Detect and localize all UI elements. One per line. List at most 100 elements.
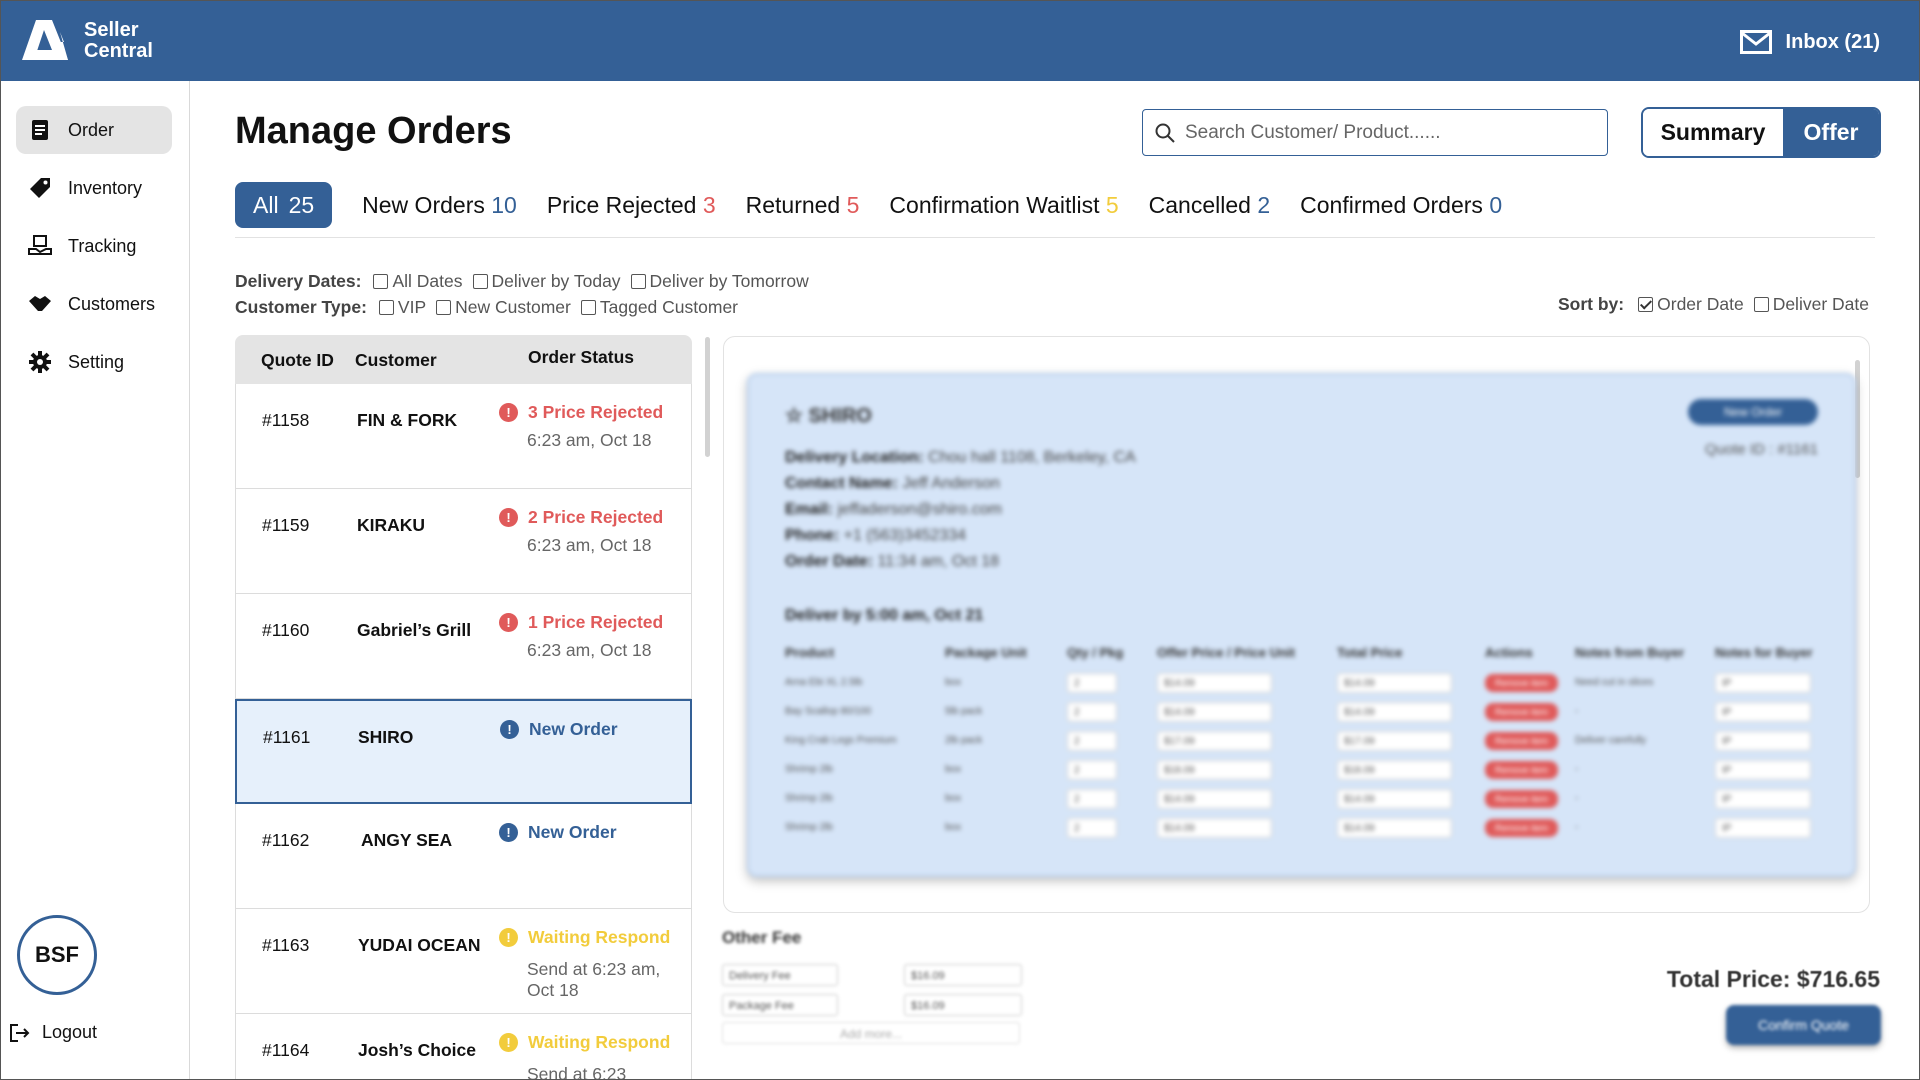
filter-all-dates[interactable]: All Dates: [373, 271, 463, 292]
logo[interactable]: Seller Central: [22, 20, 153, 62]
search-input[interactable]: [1185, 121, 1585, 144]
alert-icon: !: [499, 928, 518, 947]
filter-deliver-tomorrow[interactable]: Deliver by Tomorrow: [630, 271, 809, 292]
checkbox[interactable]: [373, 273, 389, 289]
filter-deliver-today[interactable]: Deliver by Today: [472, 271, 621, 292]
status-badge: ! Waiting Respond: [499, 1032, 670, 1053]
remove-item-button[interactable]: Remove item: [1485, 789, 1559, 808]
qty-stepper[interactable]: 2: [1067, 759, 1117, 780]
tab-price-rejected[interactable]: Price Rejected 3: [547, 192, 716, 219]
logo-mark-icon: [22, 20, 78, 62]
offer-price-field[interactable]: $14.09: [1157, 817, 1272, 838]
total-price-field[interactable]: $14.09: [1337, 788, 1452, 809]
note-for-buyer-field[interactable]: IP: [1715, 730, 1811, 751]
offer-price-field[interactable]: $14.09: [1157, 701, 1272, 722]
total-price-field[interactable]: $18.09: [1337, 759, 1452, 780]
checkbox[interactable]: [580, 299, 596, 315]
customer-filter-row: Customer Type: VIP New Customer Tagged C…: [235, 294, 819, 320]
offer-price-field[interactable]: $14.09: [1157, 788, 1272, 809]
fee-row: Package Fee $16.09: [722, 993, 1022, 1017]
note-for-buyer-field[interactable]: IP: [1715, 672, 1811, 693]
filter-vip[interactable]: VIP: [378, 297, 426, 318]
sidebar-item-setting[interactable]: Setting: [16, 338, 172, 386]
tab-returned[interactable]: Returned 5: [746, 192, 860, 219]
avatar[interactable]: BSF: [17, 915, 97, 995]
total-price-field[interactable]: $17.09: [1337, 730, 1452, 751]
checkbox[interactable]: [436, 299, 452, 315]
column-header: Product: [785, 645, 835, 660]
remove-item-button[interactable]: Remove item: [1485, 702, 1559, 721]
confirm-quote-button[interactable]: Confirm Quote: [1726, 1005, 1881, 1045]
table-row[interactable]: #1160 Gabriel’s Grill ! 1 Price Rejected …: [235, 594, 692, 699]
table-row[interactable]: #1163 YUDAI OCEAN ! Waiting Respond Send …: [235, 909, 692, 1014]
inbox-button[interactable]: Inbox (21): [1739, 30, 1880, 54]
offer-toggle-button[interactable]: Offer: [1783, 109, 1879, 156]
offer-price-field[interactable]: $14.09: [1157, 672, 1272, 693]
table-row-selected[interactable]: #1161 SHIRO ! New Order: [235, 699, 692, 804]
tab-new-orders[interactable]: New Orders 10: [362, 192, 517, 219]
tab-confirmed-orders[interactable]: Confirmed Orders 0: [1300, 192, 1502, 219]
note-for-buyer-field[interactable]: IP: [1715, 701, 1811, 722]
summary-toggle-button[interactable]: Summary: [1643, 109, 1783, 156]
customer-name: Josh’s Choice: [358, 1040, 476, 1060]
fee-name-field[interactable]: Delivery Fee: [722, 964, 838, 986]
offer-price-field[interactable]: $17.09: [1157, 730, 1272, 751]
new-order-button[interactable]: New Order: [1688, 399, 1818, 425]
fee-name-field[interactable]: Package Fee: [722, 994, 838, 1016]
total-price-field[interactable]: $14.09: [1337, 672, 1452, 693]
table-row[interactable]: #1164 Josh’s Choice ! Waiting Respond Sen…: [235, 1014, 692, 1080]
remove-item-button[interactable]: Remove item: [1485, 673, 1559, 692]
qty-stepper[interactable]: 2: [1067, 817, 1117, 838]
remove-item-button[interactable]: Remove item: [1485, 818, 1559, 837]
remove-item-button[interactable]: Remove item: [1485, 731, 1559, 750]
status-badge: ! 2 Price Rejected: [499, 507, 663, 528]
qty-stepper[interactable]: 2: [1067, 788, 1117, 809]
tab-all[interactable]: All 25: [235, 182, 333, 228]
qty-stepper[interactable]: 2: [1067, 730, 1117, 751]
quote-id: #1161: [263, 727, 311, 747]
sidebar-item-tracking[interactable]: Tracking: [16, 222, 172, 270]
tab-count: 25: [288, 191, 315, 218]
tab-confirmation-waitlist[interactable]: Confirmation Waitlist 5: [889, 192, 1118, 219]
fee-amount-field[interactable]: $16.09: [904, 964, 1022, 986]
checkbox[interactable]: [378, 299, 394, 315]
table-row[interactable]: #1158 FIN & FORK ! 3 Price Rejected 6:23 …: [235, 384, 692, 489]
offer-price-field[interactable]: $18.09: [1157, 759, 1272, 780]
checkbox[interactable]: [1753, 297, 1769, 312]
sort-label: Sort by:: [1558, 294, 1625, 314]
filter-tagged-customer[interactable]: Tagged Customer: [580, 297, 738, 318]
sort-order-date[interactable]: Order Date: [1638, 294, 1744, 315]
total-price-field[interactable]: $14.09: [1337, 817, 1452, 838]
table-row: Bay Scallop 80/100 5lb pack 2 $14.09 $14…: [785, 697, 1825, 726]
sidebar-item-label: Tracking: [68, 235, 137, 256]
list-scrollbar[interactable]: [705, 337, 710, 457]
fee-amount-field[interactable]: $16.09: [904, 994, 1022, 1016]
logout-button[interactable]: Logout: [10, 1022, 97, 1043]
note-for-buyer-field[interactable]: IP: [1715, 817, 1811, 838]
customer-name: ANGY SEA: [361, 830, 453, 850]
sidebar-item-inventory[interactable]: Inventory: [16, 164, 172, 212]
table-row[interactable]: #1162 ANGY SEA ! New Order: [235, 804, 692, 909]
sidebar-item-order[interactable]: Order: [16, 106, 172, 154]
qty-stepper[interactable]: 2: [1067, 672, 1117, 693]
sort-deliver-date[interactable]: Deliver Date: [1753, 294, 1869, 315]
checkbox[interactable]: [472, 273, 488, 289]
total-value: $716.65: [1796, 966, 1880, 992]
mail-icon: [1739, 30, 1772, 54]
table-row[interactable]: #1159 KIRAKU ! 2 Price Rejected 6:23 am, …: [235, 489, 692, 594]
filter-new-customer[interactable]: New Customer: [436, 297, 571, 318]
remove-item-button[interactable]: Remove item: [1485, 760, 1559, 779]
sidebar-item-customers[interactable]: Customers: [16, 280, 172, 328]
top-bar: Seller Central Inbox (21): [0, 0, 1920, 81]
qty-stepper[interactable]: 2: [1067, 701, 1117, 722]
checkbox[interactable]: [630, 273, 646, 289]
quote-reference: Quote ID : #1161: [1704, 441, 1818, 458]
add-more-fee-button[interactable]: Add more...: [722, 1022, 1020, 1044]
fee-row: Delivery Fee $16.09: [722, 963, 1022, 987]
checkbox-checked[interactable]: [1638, 297, 1654, 312]
note-for-buyer-field[interactable]: IP: [1715, 759, 1811, 780]
tab-cancelled[interactable]: Cancelled 2: [1149, 192, 1270, 219]
search-box[interactable]: [1142, 109, 1608, 156]
note-for-buyer-field[interactable]: IP: [1715, 788, 1811, 809]
total-price-field[interactable]: $14.09: [1337, 701, 1452, 722]
